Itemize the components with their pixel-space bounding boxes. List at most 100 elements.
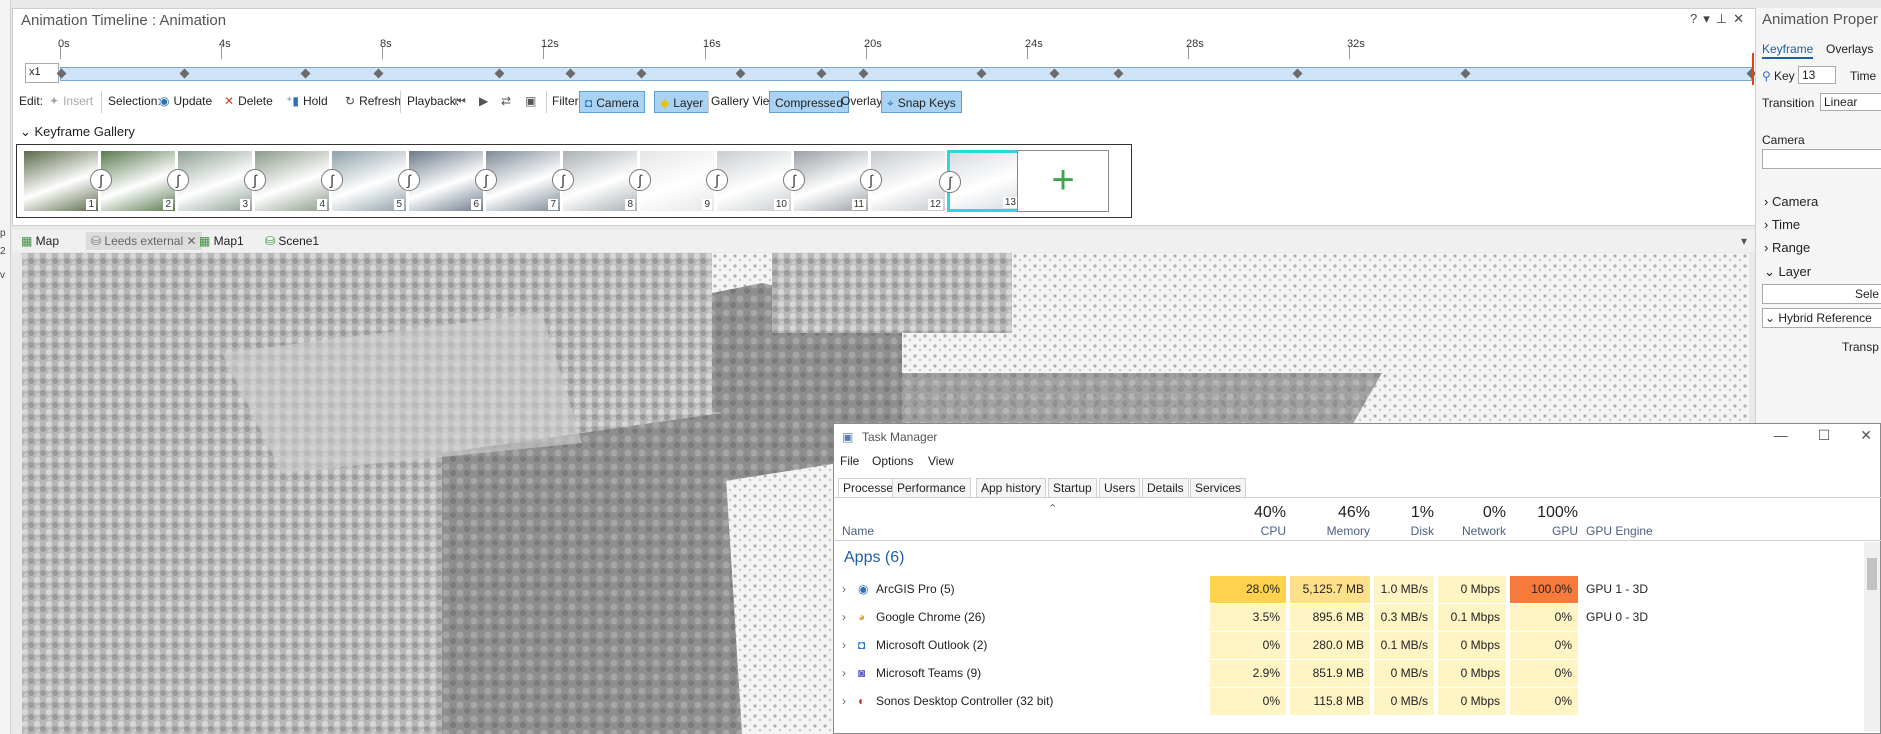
column-memory[interactable]: Memory — [1290, 524, 1370, 538]
loop-icon[interactable]: ⇄ — [501, 86, 511, 116]
keyframe-thumbnail[interactable]: ∫ 9 — [629, 150, 715, 212]
keyframe-marker[interactable] — [976, 68, 987, 79]
keyframe-thumbnail[interactable]: ∫ 4 — [244, 150, 330, 212]
keyframe-gallery-header[interactable]: ⌄ Keyframe Gallery — [20, 124, 135, 140]
camera-field[interactable] — [1762, 149, 1881, 169]
expand-chevron-icon[interactable]: › — [842, 660, 846, 687]
keyframe-marker[interactable] — [735, 68, 746, 79]
close-icon[interactable]: ✕ — [1733, 11, 1750, 26]
section-camera[interactable]: › Camera — [1764, 194, 1818, 209]
key-number-input[interactable]: 13 — [1798, 66, 1836, 84]
scrollbar-thumb[interactable] — [1867, 558, 1877, 590]
keyframe-marker[interactable] — [1460, 68, 1471, 79]
keyframe-thumbnail[interactable]: ∫ 12 — [860, 150, 946, 212]
delete-icon: ✕ — [224, 94, 235, 108]
keyframe-thumbnail[interactable]: ∫ 6 — [398, 150, 484, 212]
close-icon[interactable]: ✕ — [1860, 427, 1872, 443]
tab-map1[interactable]: ▦ Map1 — [194, 232, 249, 250]
menu-file[interactable]: File — [840, 454, 859, 468]
section-time[interactable]: › Time — [1764, 217, 1800, 232]
update-button[interactable]: ◉ Update — [159, 86, 212, 116]
select-layer-button[interactable]: Sele — [1762, 284, 1881, 304]
keyframe-thumbnail[interactable]: 1 — [23, 150, 99, 212]
keyframe-thumbnail[interactable]: ∫ 13 — [939, 150, 1023, 212]
tab-keyframe[interactable]: Keyframe — [1762, 42, 1814, 59]
keyframe-marker[interactable] — [300, 68, 311, 79]
tab-services[interactable]: Services — [1190, 478, 1247, 498]
tab-startup[interactable]: Startup — [1048, 478, 1097, 498]
hybrid-reference-dropdown[interactable]: ⌄ Hybrid Reference — [1762, 308, 1881, 328]
keyframe-marker[interactable] — [373, 68, 384, 79]
menu-options[interactable]: Options — [872, 454, 913, 468]
keyframe-marker[interactable] — [565, 68, 576, 79]
layer-filter-toggle[interactable]: ◆ Layer — [654, 91, 710, 113]
minimize-icon[interactable]: — — [1774, 427, 1788, 443]
scrollbar[interactable] — [1864, 542, 1880, 732]
tab-users[interactable]: Users — [1099, 478, 1141, 498]
keyframe-track[interactable] — [56, 67, 1757, 81]
expand-chevron-icon[interactable]: › — [842, 688, 846, 715]
maximize-icon[interactable]: ☐ — [1818, 427, 1831, 443]
process-row[interactable]: › ◙ Microsoft Teams (9) 2.9% 851.9 MB 0 MB/s 0… — [834, 660, 1864, 687]
snap-keys-toggle[interactable]: ⌖ Snap Keys — [881, 91, 962, 113]
dropdown-icon[interactable]: ▾ — [1703, 11, 1716, 26]
column-disk[interactable]: Disk — [1374, 524, 1434, 538]
expand-chevron-icon[interactable]: › — [842, 632, 846, 659]
insert-button[interactable]: ✦ Insert — [49, 86, 93, 116]
export-movie-icon[interactable]: ▣ — [525, 86, 536, 116]
add-keyframe-button[interactable]: + — [1017, 150, 1109, 212]
column-gpu[interactable]: GPU — [1510, 524, 1578, 538]
tabs-dropdown-icon[interactable]: ▾ — [1736, 232, 1752, 250]
keyframe-thumbnail[interactable]: ∫ 7 — [475, 150, 561, 212]
column-network[interactable]: Network — [1438, 524, 1506, 538]
keyframe-marker[interactable] — [1049, 68, 1060, 79]
expand-chevron-icon[interactable]: › — [842, 576, 846, 603]
play-icon[interactable]: ▶ — [479, 86, 488, 116]
column-gpu-engine[interactable]: GPU Engine — [1586, 524, 1653, 538]
process-row[interactable]: › ◐ Sonos Desktop Controller (32 bit) 0% 115… — [834, 688, 1864, 715]
section-range[interactable]: › Range — [1764, 240, 1810, 255]
keyframe-marker[interactable] — [636, 68, 647, 79]
column-cpu[interactable]: CPU — [1210, 524, 1286, 538]
keyframe-marker[interactable] — [816, 68, 827, 79]
playhead[interactable] — [1752, 53, 1754, 85]
tab-details[interactable]: Details — [1142, 478, 1189, 498]
section-layer[interactable]: ⌄ Layer — [1764, 264, 1811, 280]
tab-overlays[interactable]: Overlays — [1826, 42, 1873, 56]
speed-selector[interactable]: x1 — [25, 63, 59, 83]
keyframe-marker[interactable] — [179, 68, 190, 79]
hold-button[interactable]: ⁺▮ Hold — [286, 86, 328, 116]
expand-chevron-icon[interactable]: › — [842, 604, 846, 631]
column-name[interactable]: Name — [842, 524, 874, 538]
help-icon[interactable]: ? — [1690, 11, 1703, 26]
keyframe-thumbnail[interactable]: ∫ 11 — [783, 150, 869, 212]
tab-scene1[interactable]: ⛁ Scene1 — [260, 232, 324, 250]
pin-icon[interactable]: ⊥ — [1716, 11, 1733, 26]
filter-label: Filter: — [552, 94, 582, 108]
tab-app-history[interactable]: App history — [976, 478, 1047, 498]
menu-view[interactable]: View — [928, 454, 954, 468]
keyframe-thumbnail[interactable]: ∫ 10 — [706, 150, 792, 212]
keyframe-thumbnail[interactable]: ∫ 2 — [90, 150, 176, 212]
skip-start-icon[interactable]: ⏮ — [455, 86, 466, 116]
compressed-view-toggle[interactable]: Compressed — [769, 91, 850, 113]
gpu-value: 0% — [1510, 632, 1578, 659]
process-row[interactable]: › ◉ ArcGIS Pro (5) 28.0% 5,125.7 MB 1.0 MB/s 0… — [834, 576, 1864, 603]
tab-performance[interactable]: Performance — [892, 478, 971, 498]
keyframe-marker[interactable] — [494, 68, 505, 79]
camera-filter-toggle[interactable]: ◘ Camera — [579, 91, 645, 113]
keyframe-marker[interactable] — [1292, 68, 1303, 79]
process-row[interactable]: › ◕ Google Chrome (26) 3.5% 895.6 MB 0.3 MB/s… — [834, 604, 1864, 631]
keyframe-marker[interactable] — [858, 68, 869, 79]
keyframe-marker[interactable] — [1113, 68, 1124, 79]
keyframe-thumbnail[interactable]: ∫ 3 — [167, 150, 253, 212]
keyframe-thumbnail[interactable]: ∫ 8 — [552, 150, 638, 212]
refresh-button[interactable]: ↻ Refresh — [345, 86, 401, 116]
transition-select[interactable]: Linear — [1820, 93, 1881, 111]
tab-leeds-external[interactable]: ⛁ Leeds external ✕ — [86, 232, 202, 250]
keyframe-number: 10 — [773, 199, 789, 210]
process-row[interactable]: › ◘ Microsoft Outlook (2) 0% 280.0 MB 0.1 MB/… — [834, 632, 1864, 659]
tab-map[interactable]: ▦ Map — [16, 232, 64, 250]
keyframe-thumbnail[interactable]: ∫ 5 — [321, 150, 407, 212]
delete-button[interactable]: ✕ Delete — [224, 86, 273, 116]
